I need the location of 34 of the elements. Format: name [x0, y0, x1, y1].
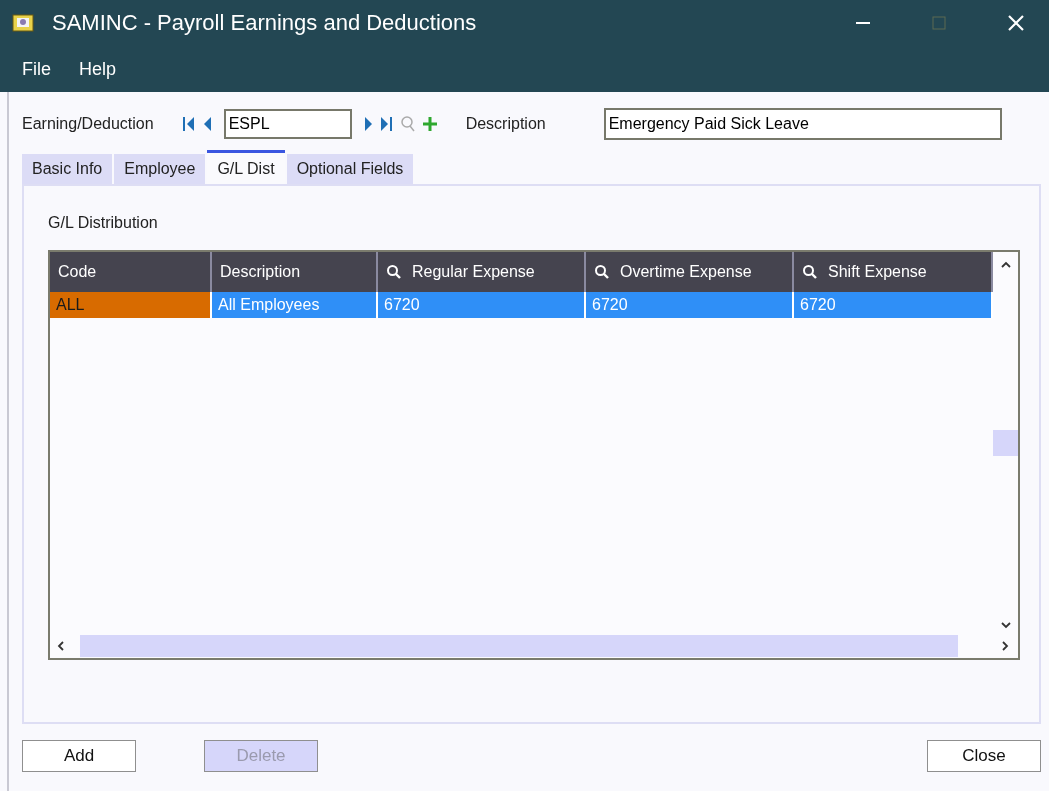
dialog-button[interactable]: Add [22, 740, 136, 772]
column-title: Regular Expense [412, 263, 535, 281]
last-record-icon[interactable] [379, 115, 394, 133]
add-icon[interactable] [421, 116, 438, 132]
scroll-down-icon[interactable] [999, 620, 1012, 630]
scrollbar-thumb[interactable] [80, 635, 958, 657]
column-title: Shift Expense [828, 263, 927, 281]
tab[interactable]: Optional Fields [286, 154, 414, 184]
scroll-up-icon[interactable] [999, 260, 1012, 270]
scrollbar-thumb[interactable] [993, 430, 1018, 456]
search-icon[interactable] [386, 264, 402, 280]
scroll-right-icon[interactable] [1000, 640, 1010, 652]
first-record-icon[interactable] [181, 115, 196, 133]
field-label: Description [465, 115, 546, 133]
field-label: Earning/Deduction [22, 115, 154, 133]
column-title: Code [58, 263, 97, 281]
next-record-icon[interactable] [363, 115, 374, 133]
window-title: SAMINC - Payroll Earnings and Deductions [52, 10, 478, 36]
scroll-left-icon[interactable] [56, 640, 66, 652]
dialog-button[interactable]: Close [927, 740, 1041, 772]
column-title: Overtime Expense [620, 263, 752, 281]
menu-item[interactable]: Help [79, 58, 117, 80]
tab[interactable]: Basic Info [22, 154, 113, 184]
search-icon[interactable] [802, 264, 818, 280]
code-field[interactable]: ESPL [223, 109, 352, 139]
section-title: G/L Distribution [48, 214, 159, 232]
search-icon[interactable] [594, 264, 610, 280]
description-field[interactable]: Emergency Paid Sick Leave [603, 108, 1002, 140]
menu-item[interactable]: File [22, 58, 51, 80]
close-icon[interactable] [1007, 14, 1025, 32]
table-cell[interactable]: ALL [50, 292, 212, 318]
column-title: Description [220, 263, 301, 281]
app-icon [12, 13, 36, 33]
tab[interactable]: Employee [114, 154, 206, 184]
